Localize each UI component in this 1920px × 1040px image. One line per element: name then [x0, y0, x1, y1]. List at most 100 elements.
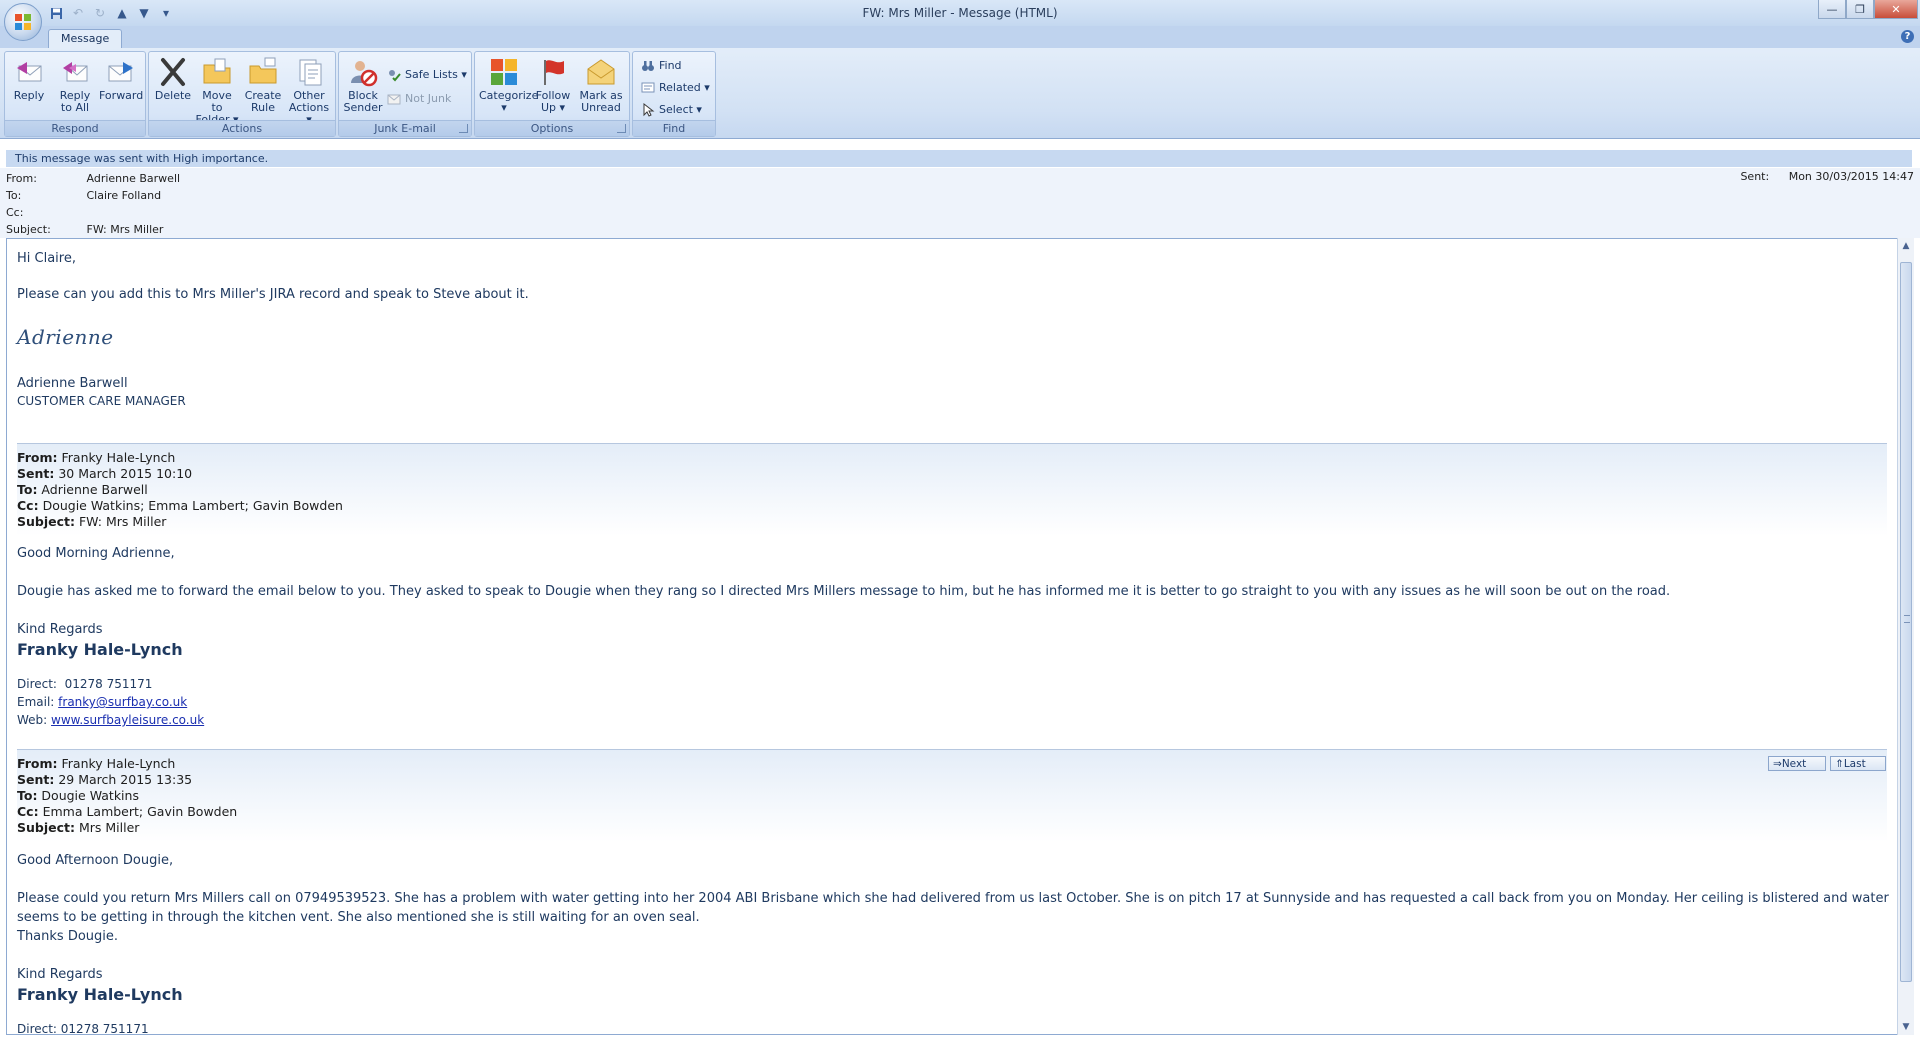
delete-button[interactable]: Delete: [151, 54, 195, 118]
group-actions: Delete Move to Folder ▾ Create Rule Othe…: [148, 51, 336, 137]
header-subject-row: Subject: FW: Mrs Miller: [6, 221, 163, 238]
sig-title: CUSTOMER CARE MANAGER: [17, 394, 186, 408]
header-sent-value: Mon 30/03/2015 14:47: [1788, 170, 1914, 183]
tab-message[interactable]: Message: [48, 29, 123, 49]
forward-icon: [105, 56, 137, 88]
reply-all-label: Reply to All: [59, 89, 91, 114]
fw1-web: Web: www.surfbayleisure.co.uk: [17, 713, 204, 727]
folder-icon: [201, 56, 233, 88]
safe-lists-button[interactable]: Safe Lists ▾: [387, 66, 467, 84]
find-label: Find: [659, 59, 682, 72]
block-sender-button[interactable]: Block Sender: [341, 54, 385, 118]
scroll-up-arrow-icon[interactable]: ▲: [1898, 238, 1914, 254]
scroll-grip-icon: [1904, 615, 1910, 623]
redo-icon[interactable]: ↻: [92, 5, 108, 21]
fw1-to-label: To:: [17, 482, 38, 497]
next-item-icon[interactable]: ▼: [136, 5, 152, 21]
group-junk-email: Block Sender Safe Lists ▾ Not Junk Junk …: [338, 51, 472, 137]
fw1-web-label: Web:: [17, 713, 48, 727]
fw2-subject: Subject: Mrs Miller: [17, 820, 139, 835]
header-sent: Sent: Mon 30/03/2015 14:47: [1740, 170, 1914, 183]
fw1-web-link[interactable]: www.surfbayleisure.co.uk: [51, 713, 204, 727]
fw1-email: Email: franky@surfbay.co.uk: [17, 695, 187, 709]
junk-options-launcher[interactable]: .: [459, 124, 468, 133]
create-rule-label: Create Rule: [244, 89, 282, 114]
fw1-email-link[interactable]: franky@surfbay.co.uk: [58, 695, 187, 709]
minimize-button[interactable]: —: [1818, 0, 1846, 19]
maximize-button[interactable]: ❐: [1846, 0, 1874, 19]
fw2-sent: Sent: 29 March 2015 13:35: [17, 772, 192, 787]
body-scrollbar[interactable]: ▲ ▼: [1897, 238, 1914, 1035]
create-rule-icon: [247, 56, 279, 88]
fw1-text: Dougie has asked me to forward the email…: [17, 584, 1671, 599]
flag-icon: [537, 56, 569, 88]
group-options-label: Options: [475, 120, 629, 136]
last-message-button[interactable]: ⇑Last: [1830, 756, 1886, 771]
undo-icon[interactable]: ↶: [70, 5, 86, 21]
group-junk-label: Junk E-mail: [339, 120, 471, 136]
scroll-down-arrow-icon[interactable]: ▼: [1898, 1019, 1914, 1035]
next-message-button[interactable]: ⇒Next: [1768, 756, 1826, 771]
fw1-direct: Direct: 01278 751171: [17, 677, 152, 691]
office-button[interactable]: [4, 3, 42, 41]
close-button[interactable]: ✕: [1874, 0, 1918, 19]
fw2-text2: seems to be getting in through the kitch…: [17, 910, 700, 925]
forwarded-header-1: From: Franky Hale-Lynch Sent: 30 March 2…: [17, 443, 1887, 536]
header-from-value[interactable]: Adrienne Barwell: [87, 172, 181, 185]
help-icon[interactable]: ?: [1901, 30, 1914, 43]
mark-as-unread-button[interactable]: Mark as Unread: [577, 54, 625, 118]
header-to-label: To:: [6, 189, 22, 202]
not-junk-label: Not Junk: [405, 92, 452, 105]
fw1-sent-label: Sent:: [17, 466, 55, 481]
reply-all-button[interactable]: Reply to All: [53, 54, 97, 118]
find-button[interactable]: Find: [641, 57, 682, 75]
safe-lists-icon: [387, 68, 401, 82]
create-rule-button[interactable]: Create Rule: [241, 54, 285, 118]
signature-script: Adrienne: [17, 325, 114, 349]
categorize-label: Categorize ▾: [479, 89, 539, 114]
header-cc-row: Cc:: [6, 204, 83, 221]
sig-name: Adrienne Barwell: [17, 376, 128, 391]
message-header: From: Adrienne Barwell To: Claire Follan…: [0, 168, 1920, 238]
header-cc-label: Cc:: [6, 206, 24, 219]
next-arrow-icon: ⇒: [1773, 758, 1782, 770]
forward-button[interactable]: Forward: [99, 54, 143, 118]
previous-item-icon[interactable]: ▲: [114, 5, 130, 21]
fw2-sent-label: Sent:: [17, 772, 55, 787]
message-body[interactable]: Hi Claire, Please can you add this to Mr…: [6, 238, 1908, 1035]
scroll-thumb[interactable]: [1900, 262, 1912, 982]
group-actions-label: Actions: [149, 120, 335, 136]
related-icon: [641, 81, 655, 95]
not-junk-button[interactable]: Not Junk: [387, 90, 451, 108]
options-launcher[interactable]: .: [617, 124, 626, 133]
other-actions-icon: [293, 56, 325, 88]
other-actions-button[interactable]: Other Actions ▾: [287, 54, 331, 126]
fw2-thanks: Thanks Dougie.: [17, 929, 119, 944]
fw2-from-value: Franky Hale-Lynch: [57, 756, 176, 771]
follow-up-button[interactable]: Follow Up ▾: [531, 54, 575, 118]
categorize-button[interactable]: Categorize ▾: [479, 54, 539, 118]
group-respond-label: Respond: [5, 120, 145, 136]
fw1-from-label: From:: [17, 450, 58, 465]
fw2-cc-label: Cc:: [17, 804, 39, 819]
fw1-subject-label: Subject:: [17, 514, 75, 529]
select-button[interactable]: Select ▾: [641, 101, 702, 119]
next-label: Next: [1781, 758, 1807, 770]
reply-label: Reply: [13, 89, 45, 102]
customize-qat-icon[interactable]: ▾: [158, 5, 174, 21]
fw1-from: From: Franky Hale-Lynch: [17, 450, 175, 465]
body-line1: Please can you add this to Mrs Miller's …: [17, 287, 529, 302]
reply-button[interactable]: Reply: [7, 54, 51, 118]
save-icon[interactable]: [48, 5, 64, 21]
header-to-row: To: Claire Folland: [6, 187, 161, 204]
office-logo-icon: [15, 14, 31, 30]
header-to-value[interactable]: Claire Folland: [87, 189, 162, 202]
fw1-direct-value: 01278 751171: [64, 677, 153, 691]
fw1-email-label: Email:: [17, 695, 55, 709]
related-button[interactable]: Related ▾: [641, 79, 710, 97]
fw1-sent-value: 30 March 2015 10:10: [54, 466, 193, 481]
related-label: Related ▾: [659, 81, 710, 94]
categorize-icon: [488, 56, 520, 88]
header-sent-label: Sent:: [1740, 170, 1770, 183]
move-to-folder-button[interactable]: Move to Folder ▾: [195, 54, 239, 126]
